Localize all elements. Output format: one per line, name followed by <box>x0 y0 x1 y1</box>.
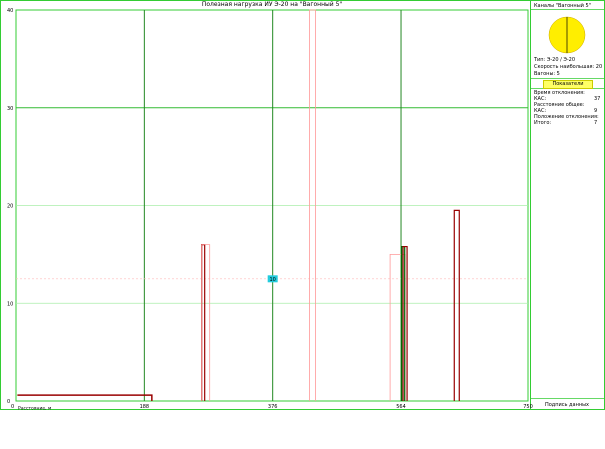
y-tick-label-2: 20 <box>7 204 13 210</box>
stat-label-6: Итого: <box>534 120 552 126</box>
panel-header: Каналы "Вагонный 5" <box>534 3 591 9</box>
chart-svg: 100102030400 188 376 564 750Расстояние, м <box>0 0 605 410</box>
panel-info-line-3: Вагоны: 5 <box>534 71 560 77</box>
position-marker-label: 10 <box>269 277 275 283</box>
outer-frame <box>0 0 605 410</box>
panel-info-line-2: Скорость наибольшая: 20 <box>534 64 603 70</box>
x-tick-label-3: 564 <box>396 404 406 410</box>
legend-button[interactable]: Показатели <box>543 80 593 89</box>
y-tick-label-0: 0 <box>7 399 10 405</box>
stat-value-2: 37 <box>594 96 601 102</box>
x-axis-label: Расстояние, м <box>18 406 51 411</box>
panel-info-line-1: Тип: Э-20 / Э-20 <box>534 57 576 63</box>
y-tick-label-1: 10 <box>7 301 13 307</box>
stat-value-6: 7 <box>594 120 598 126</box>
chart-title: Полезная нагрузка ИУ Э-20 на "Вагонный 5… <box>201 1 343 8</box>
panel-footer: Подпись данных <box>544 402 590 408</box>
x-tick-label-1: 188 <box>140 404 150 410</box>
y-tick-label-4: 40 <box>7 8 13 14</box>
y-tick-label-3: 30 <box>7 106 13 112</box>
x-tick-label-0: 0 <box>11 404 14 410</box>
x-tick-label-2: 376 <box>268 404 278 410</box>
